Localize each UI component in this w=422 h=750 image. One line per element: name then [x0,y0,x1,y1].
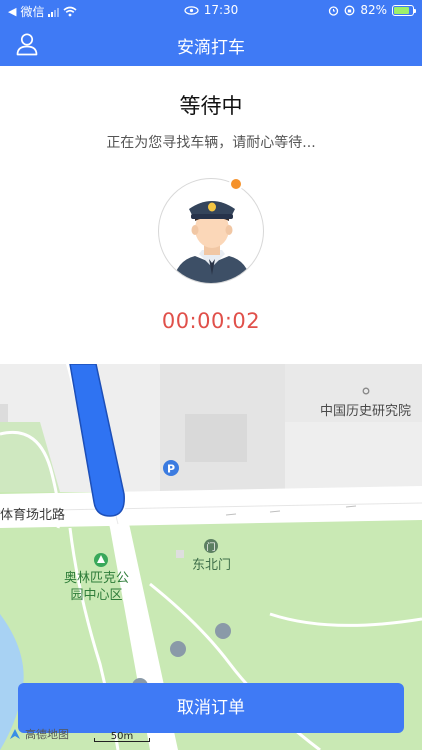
nav-header: 安滴打车 [0,22,422,66]
park-label-line2: 园中心区 [70,588,123,603]
svg-text:P: P [167,463,175,476]
map-scale-bar [94,738,150,742]
road-label: 体育场北路 [0,508,66,523]
institute-label[interactable]: 中国历史研究院 [320,400,411,419]
eye-icon [184,5,199,15]
amap-logo-icon [10,729,20,739]
park-label-line1: 奥林匹克公 [64,571,130,586]
gate-label[interactable]: 东北门 [192,554,231,573]
waiting-card: 等待中 正在为您寻找车辆，请耐心等待... 00:00:02 [0,66,422,364]
driver-avatar-icon [158,178,264,284]
map-scale: 50m [94,731,150,743]
cancel-order-button[interactable]: 取消订单 [18,683,404,733]
page-title: 安滴打车 [177,38,245,58]
top-bar: ◀ 微信 17:30 82% 安滴打车 [0,0,422,66]
wait-timer: 00:00:02 [161,309,261,333]
rotation-lock-icon [344,5,355,15]
waiting-message: 正在为您寻找车辆，请耐心等待... [106,135,316,151]
clock-time: 17:30 [203,3,239,17]
map-provider-name: 高德地图 [25,728,69,741]
svg-text:门: 门 [206,541,215,553]
status-bar: ◀ 微信 17:30 82% [0,0,422,22]
park-label[interactable]: 奥林匹克公 园中心区 [64,570,129,604]
parking-icon[interactable]: P [163,460,179,476]
alarm-icon [329,5,339,16]
battery-icon [392,4,416,16]
battery-percent: 82% [360,3,387,17]
waiting-heading: 等待中 [179,94,243,118]
notification-dot [229,177,243,191]
map-provider-logo: 高德地图 [8,726,69,742]
status-right: 82% [328,3,416,17]
